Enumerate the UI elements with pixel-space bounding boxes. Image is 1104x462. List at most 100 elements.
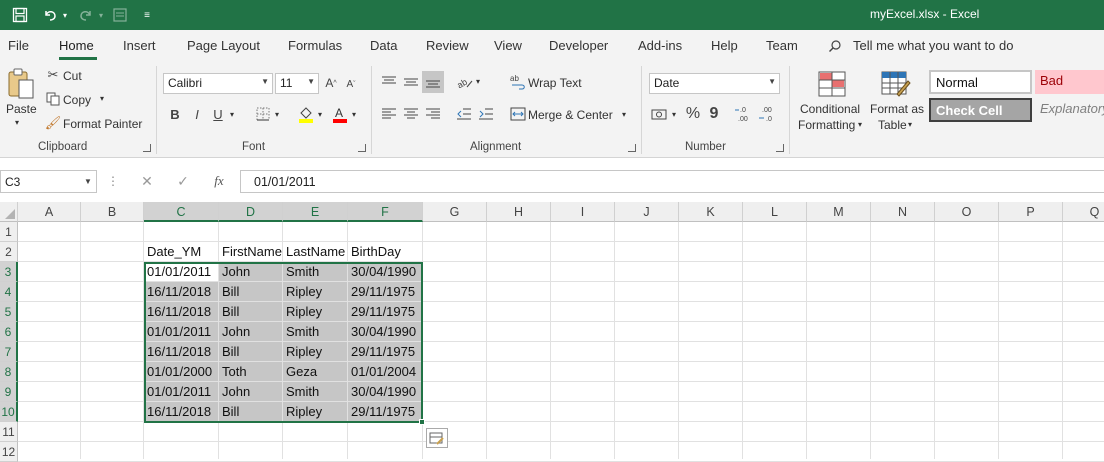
data-cell[interactable]: 16/11/2018 <box>144 282 218 301</box>
column-header-l[interactable]: L <box>743 202 807 222</box>
accounting-format-icon[interactable] <box>650 106 670 124</box>
header-cell[interactable]: LastName <box>283 242 348 262</box>
quick-analysis-icon[interactable] <box>426 428 448 448</box>
row-header-9[interactable]: 9 <box>0 382 18 402</box>
format-as-table-label-2[interactable]: Table <box>878 118 907 132</box>
paste-icon[interactable] <box>6 66 36 102</box>
confirm-entry-icon[interactable]: ✓ <box>174 172 192 190</box>
merge-center-icon[interactable] <box>509 105 527 123</box>
tab-formulas[interactable]: Formulas <box>288 38 342 53</box>
font-launcher-icon[interactable] <box>358 144 366 152</box>
name-box-dropdown-icon[interactable]: ▼ <box>82 174 94 188</box>
conditional-formatting-label-2[interactable]: Formatting <box>798 118 855 132</box>
column-header-b[interactable]: B <box>81 202 144 222</box>
data-cell[interactable]: Bill <box>219 402 282 421</box>
format-painter-button[interactable]: Format Painter <box>63 117 142 131</box>
header-cell[interactable]: BirthDay <box>348 242 423 262</box>
data-cell[interactable]: John <box>219 382 282 401</box>
format-painter-icon[interactable]: 🖌 <box>45 115 62 130</box>
row-header-7[interactable]: 7 <box>0 342 18 362</box>
orientation-icon[interactable]: ab <box>455 73 475 91</box>
form-icon[interactable] <box>110 5 130 25</box>
data-cell[interactable]: Bill <box>219 282 282 301</box>
decrease-indent-icon[interactable] <box>455 105 473 123</box>
data-cell[interactable]: 29/11/1975 <box>348 342 422 361</box>
data-cell[interactable]: Toth <box>219 362 282 381</box>
column-header-j[interactable]: J <box>615 202 679 222</box>
borders-dropdown-icon[interactable]: ▾ <box>275 110 279 119</box>
row-header-8[interactable]: 8 <box>0 362 18 382</box>
wrap-text-icon[interactable]: ab <box>509 73 527 91</box>
tab-view[interactable]: View <box>494 38 522 53</box>
data-cell[interactable]: 16/11/2018 <box>144 402 218 421</box>
cancel-entry-icon[interactable]: ✕ <box>138 172 156 190</box>
redo-icon[interactable] <box>76 5 96 25</box>
format-as-table-icon[interactable] <box>880 69 912 99</box>
tab-home[interactable]: Home <box>59 38 94 53</box>
clipboard-launcher-icon[interactable] <box>143 144 151 152</box>
font-name-combo[interactable]: Calibri ▼ <box>163 73 273 94</box>
conditional-formatting-label[interactable]: Conditional <box>800 102 860 116</box>
header-cell[interactable]: Date_YM <box>144 242 219 262</box>
row-header-10[interactable]: 10 <box>0 402 18 422</box>
data-cell[interactable]: Ripley <box>283 342 347 361</box>
insert-function-icon[interactable]: fx <box>210 172 228 190</box>
data-cell[interactable]: 30/04/1990 <box>348 262 422 281</box>
style-explanatory[interactable]: Explanatory <box>1035 98 1104 122</box>
tab-insert[interactable]: Insert <box>123 38 156 53</box>
underline-button[interactable]: U <box>211 104 225 124</box>
row-header-11[interactable]: 11 <box>0 422 18 442</box>
column-header-o[interactable]: O <box>935 202 999 222</box>
data-cell[interactable]: Smith <box>283 262 347 281</box>
font-color-dropdown-icon[interactable]: ▾ <box>352 110 356 119</box>
save-icon[interactable] <box>10 5 30 25</box>
data-cell[interactable]: 29/11/1975 <box>348 402 422 421</box>
row-header-2[interactable]: 2 <box>0 242 18 262</box>
column-header-h[interactable]: H <box>487 202 551 222</box>
style-check-cell[interactable]: Check Cell <box>929 98 1032 122</box>
data-cell[interactable]: Ripley <box>283 402 347 421</box>
align-right-icon[interactable] <box>424 105 442 123</box>
style-bad[interactable]: Bad <box>1035 70 1104 94</box>
data-cell[interactable]: Ripley <box>283 282 347 301</box>
fill-handle[interactable] <box>419 419 425 425</box>
column-header-n[interactable]: N <box>871 202 935 222</box>
conditional-formatting-icon[interactable] <box>817 69 847 99</box>
align-middle-icon[interactable] <box>402 73 420 91</box>
column-header-q[interactable]: Q <box>1063 202 1104 222</box>
undo-icon[interactable] <box>40 5 60 25</box>
conditional-formatting-dropdown-icon[interactable]: ▾ <box>858 120 862 129</box>
tab-data[interactable]: Data <box>370 38 397 53</box>
column-header-e[interactable]: E <box>283 202 348 222</box>
decrease-decimal-icon[interactable]: .00.0 <box>758 104 778 124</box>
data-cell[interactable]: 01/01/2011 <box>144 322 218 341</box>
italic-button[interactable]: I <box>190 104 204 124</box>
row-header-1[interactable]: 1 <box>0 222 18 242</box>
merge-dropdown-icon[interactable]: ▾ <box>622 110 626 119</box>
increase-font-icon[interactable]: A ^ <box>323 73 339 93</box>
formula-input[interactable]: 01/01/2011 <box>240 170 1104 193</box>
tab-help[interactable]: Help <box>711 38 738 53</box>
decrease-font-icon[interactable]: Aˇ <box>343 74 359 94</box>
tab-add-ins[interactable]: Add-ins <box>638 38 682 53</box>
column-header-c[interactable]: C <box>144 202 219 222</box>
column-header-p[interactable]: P <box>999 202 1063 222</box>
font-size-combo[interactable]: 11 ▼ <box>275 73 319 94</box>
orientation-dropdown-icon[interactable]: ▾ <box>476 77 480 86</box>
style-normal[interactable]: Normal <box>929 70 1032 94</box>
fill-color-icon[interactable] <box>297 104 315 124</box>
data-cell[interactable]: Bill <box>219 342 282 361</box>
number-format-combo[interactable]: Date ▼ <box>649 73 780 94</box>
data-cell[interactable]: 30/04/1990 <box>348 322 422 341</box>
accounting-dropdown-icon[interactable]: ▾ <box>672 110 676 119</box>
column-header-g[interactable]: G <box>423 202 487 222</box>
data-cell[interactable]: John <box>219 262 282 281</box>
underline-dropdown-icon[interactable]: ▾ <box>230 110 234 119</box>
redo-dropdown-icon[interactable]: ▾ <box>96 5 106 25</box>
merge-center-button[interactable]: Merge & Center <box>528 108 613 122</box>
copy-icon[interactable] <box>45 92 61 106</box>
paste-button-label[interactable]: Paste <box>6 102 37 116</box>
paste-dropdown-icon[interactable]: ▾ <box>15 118 19 127</box>
tab-review[interactable]: Review <box>426 38 469 53</box>
copy-button[interactable]: Copy <box>63 93 91 107</box>
